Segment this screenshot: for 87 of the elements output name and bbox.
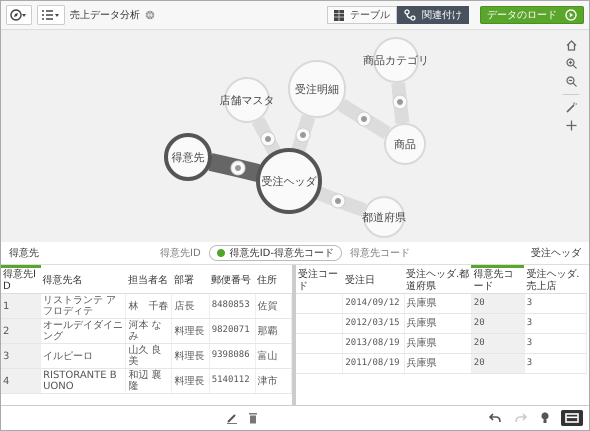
table-cell: [296, 354, 343, 374]
link-connector[interactable]: [208, 153, 260, 182]
wand-icon[interactable]: [566, 102, 576, 113]
panel-button[interactable]: [561, 410, 583, 426]
column-header[interactable]: 得意先名: [40, 266, 126, 294]
table-name: 得意先: [9, 246, 39, 260]
table-cell: 3: [524, 334, 586, 354]
app-title: 売上データ分析: [70, 8, 140, 22]
table-cell: RISTORANTE BUONO: [40, 368, 126, 394]
play-icon: [565, 9, 577, 21]
table-cell: リストランテ アフロディテ: [40, 294, 126, 318]
table-cell: 9398086: [209, 344, 256, 368]
table-icon: [334, 10, 344, 20]
column-header[interactable]: 受注コード: [296, 266, 343, 294]
table-cell: 兵庫県: [404, 334, 472, 354]
view-tab[interactable]: テーブル: [327, 6, 397, 24]
table-cell: オールデイダイニング: [40, 318, 126, 344]
column-header[interactable]: 受注ヘッダ.都道府県: [404, 266, 472, 294]
table-node[interactable]: 商品: [384, 123, 426, 165]
hint-button[interactable]: [539, 410, 551, 426]
table-cell: 山久 良美: [126, 344, 172, 368]
globe-icon: [145, 10, 155, 20]
table-cell: 3: [1, 344, 41, 368]
column-header[interactable]: 郵便番号: [209, 266, 256, 294]
table-cell: 20: [471, 314, 524, 334]
association-pill[interactable]: 得意先ID-得意先コード: [208, 245, 342, 261]
link-handle[interactable]: [260, 132, 276, 146]
link-handle[interactable]: [356, 112, 372, 126]
table-cell: 兵庫県: [404, 294, 472, 314]
plus-icon[interactable]: [566, 120, 576, 131]
column-header[interactable]: 受注日: [342, 266, 404, 294]
table-node[interactable]: 都道府県: [362, 196, 406, 238]
table-cell: 林 千春: [126, 294, 172, 318]
table-cell: 20: [471, 294, 524, 314]
table-cell: 1: [1, 294, 41, 318]
zoom-in-icon[interactable]: [566, 58, 576, 69]
branch-icon: [404, 9, 416, 21]
table-cell: 和辺 襄隆: [126, 368, 172, 394]
table-cell: 3: [524, 354, 586, 374]
table-cell: 2012/03/15: [342, 314, 404, 334]
sheet-menu-button[interactable]: [37, 5, 65, 25]
zoom-out-icon[interactable]: [566, 76, 576, 87]
table-cell: 兵庫県: [404, 354, 472, 374]
table-cell: 20: [471, 354, 524, 374]
table-cell: 兵庫県: [404, 314, 472, 334]
table-cell: 20: [471, 334, 524, 354]
table-cell: 2011/08/19: [342, 354, 404, 374]
view-tab[interactable]: 関連付け: [397, 6, 469, 24]
home-icon[interactable]: [566, 40, 576, 51]
link-handle[interactable]: [230, 160, 246, 176]
field-name: 得意先ID: [160, 246, 201, 260]
pencil-icon[interactable]: [226, 412, 238, 424]
column-header[interactable]: 受注ヘッダ.売上店: [524, 266, 586, 294]
table-cell: 4: [1, 368, 41, 394]
compass-icon: [10, 9, 28, 21]
table-cell: 9820071: [209, 318, 256, 344]
table-cell: 3: [524, 294, 586, 314]
table-cell: [296, 314, 343, 334]
table-cell: 5140112: [209, 368, 256, 394]
field-name: 得意先コード: [350, 246, 410, 260]
table-cell: イルピーロ: [40, 344, 126, 368]
undo-button[interactable]: [487, 411, 503, 425]
trash-icon[interactable]: [248, 412, 258, 424]
table-cell: 料理長: [172, 344, 210, 368]
table-cell: [296, 334, 343, 354]
table-cell: [296, 294, 343, 314]
table-cell: 2013/08/19: [342, 334, 404, 354]
link-handle[interactable]: [296, 128, 310, 142]
table-cell: 2014/09/12: [342, 294, 404, 314]
table-cell: 料理長: [172, 318, 210, 344]
link-handle[interactable]: [392, 94, 408, 110]
link-handle[interactable]: [330, 194, 346, 208]
table-cell: 料理長: [172, 368, 210, 394]
table-name: 受注ヘッダ: [531, 246, 582, 260]
table-cell: 3: [524, 314, 586, 334]
status-dot-icon: [216, 249, 225, 257]
list-icon: [41, 9, 61, 21]
table-cell: 店長: [172, 294, 210, 318]
table-node[interactable]: 受注ヘッダ: [256, 148, 322, 214]
column-header[interactable]: 担当者名: [126, 266, 172, 294]
navigation-menu-button[interactable]: [6, 5, 32, 25]
table-cell: 河本 なみ: [126, 318, 172, 344]
column-header[interactable]: 部署: [172, 266, 210, 294]
table-node[interactable]: 受注明細: [288, 60, 346, 118]
table-cell: 8480853: [209, 294, 256, 318]
table-node[interactable]: 得意先: [164, 133, 212, 181]
table-cell: 2: [1, 318, 41, 344]
